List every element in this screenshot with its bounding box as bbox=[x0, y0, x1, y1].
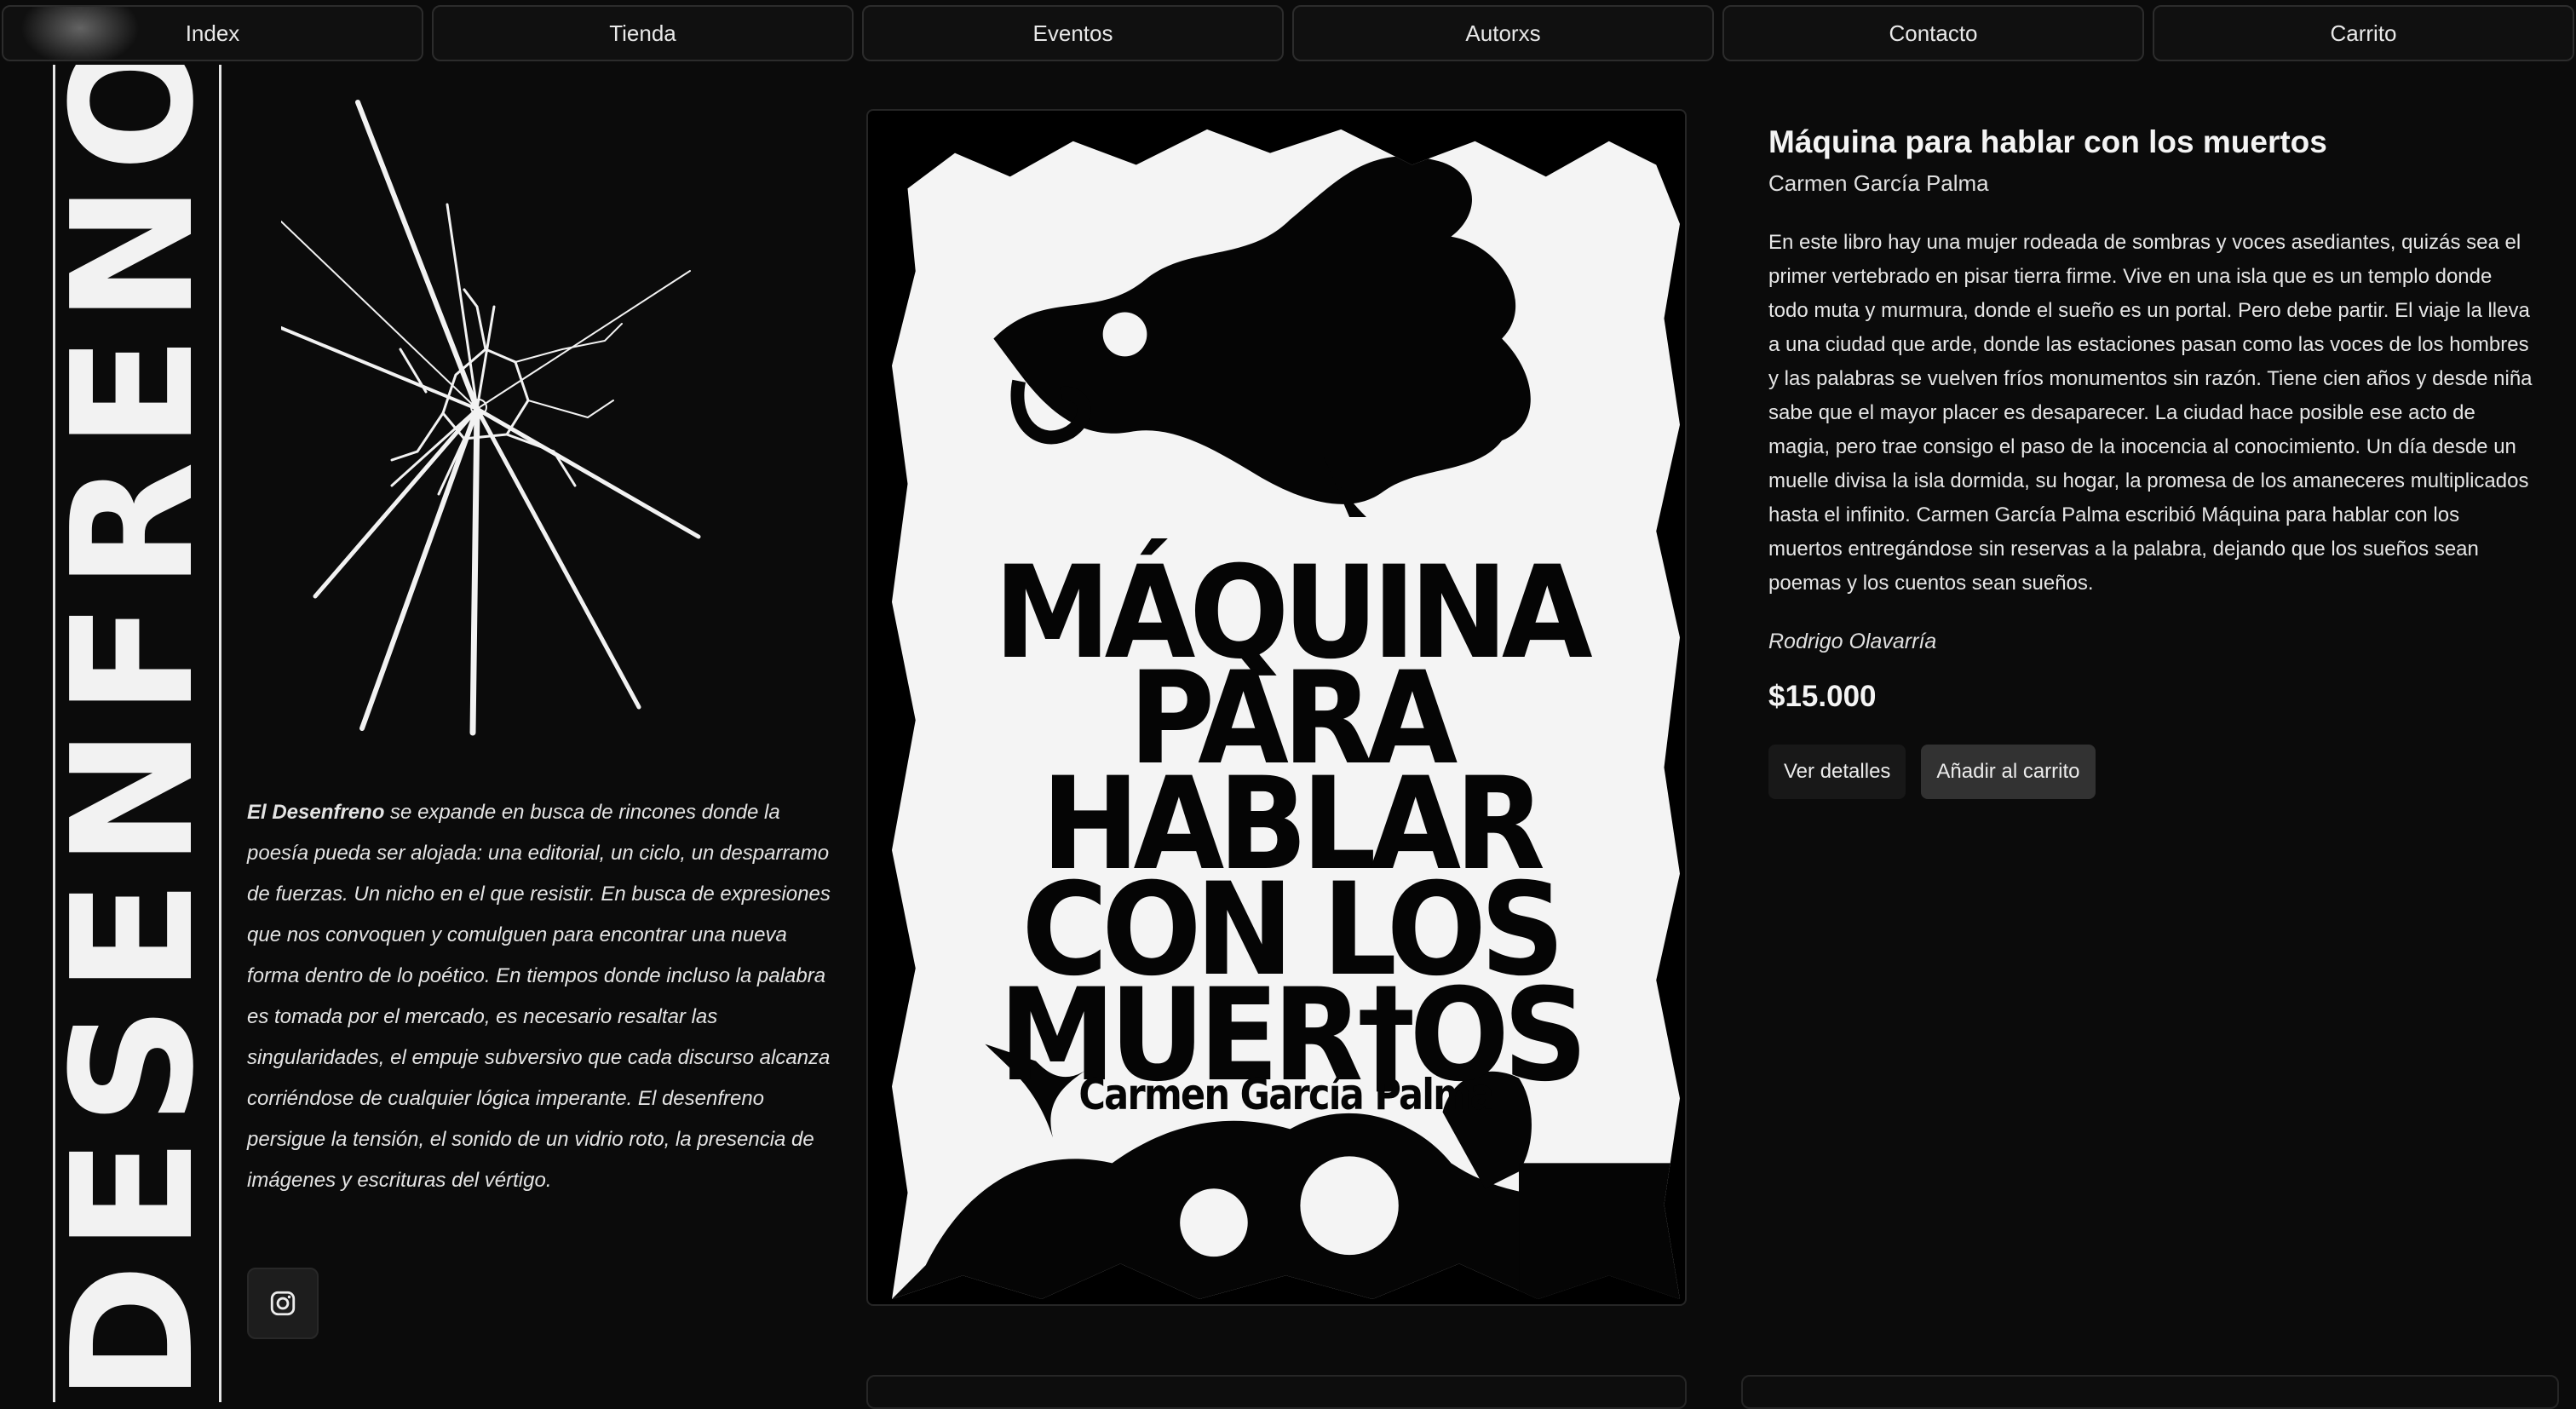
nav-index[interactable]: Index bbox=[2, 5, 423, 61]
next-product-card bbox=[866, 1375, 1687, 1409]
nav-tienda[interactable]: Tienda bbox=[432, 5, 854, 61]
book-author: Carmen García Palma bbox=[1768, 170, 1989, 196]
cover-paper: MÁQUINA PARA HABLAR CON LOS MUER†OS Carm… bbox=[892, 129, 1680, 1299]
book-title: Máquina para hablar con los muertos bbox=[1768, 124, 2327, 159]
add-to-cart-button[interactable]: Añadir al carrito bbox=[1921, 745, 2096, 799]
view-details-button[interactable]: Ver detalles bbox=[1768, 745, 1906, 799]
book-info: Máquina para hablar con los muertos Carm… bbox=[1768, 124, 2535, 799]
brand-wordmark: DESENFRENO bbox=[53, 65, 221, 1402]
book-reviewer: Rodrigo Olavarría bbox=[1768, 630, 1937, 653]
about-body: se expande en busca de rincones donde la… bbox=[247, 801, 831, 1192]
nav-eventos[interactable]: Eventos bbox=[862, 5, 1284, 61]
top-navigation: Index Tienda Eventos Autorxs Contacto Ca… bbox=[0, 0, 2576, 65]
next-product-card bbox=[1741, 1375, 2559, 1409]
instagram-icon bbox=[270, 1291, 296, 1316]
about-text: El Desenfreno se expande en busca de rin… bbox=[247, 792, 831, 1201]
brand-rail: DESENFRENO bbox=[53, 65, 221, 1402]
broken-glass-logo bbox=[281, 100, 701, 736]
cover-title: MÁQUINA PARA HABLAR CON LOS MUER†OS bbox=[943, 549, 1637, 1100]
book-description: En este libro hay una mujer rodeada de s… bbox=[1768, 231, 2533, 595]
nav-autorxs[interactable]: Autorxs bbox=[1292, 5, 1714, 61]
cover-author: Carmen García Palma bbox=[1078, 1070, 1494, 1119]
about-lead: El Desenfreno bbox=[247, 801, 385, 824]
book-cover[interactable]: MÁQUINA PARA HABLAR CON LOS MUER†OS Carm… bbox=[866, 109, 1687, 1306]
book-actions: Ver detalles Añadir al carrito bbox=[1768, 745, 2535, 799]
book-price: $15.000 bbox=[1768, 680, 1877, 713]
nav-carrito[interactable]: Carrito bbox=[2153, 5, 2574, 61]
instagram-button[interactable] bbox=[247, 1268, 319, 1339]
nav-contacto[interactable]: Contacto bbox=[1722, 5, 2144, 61]
